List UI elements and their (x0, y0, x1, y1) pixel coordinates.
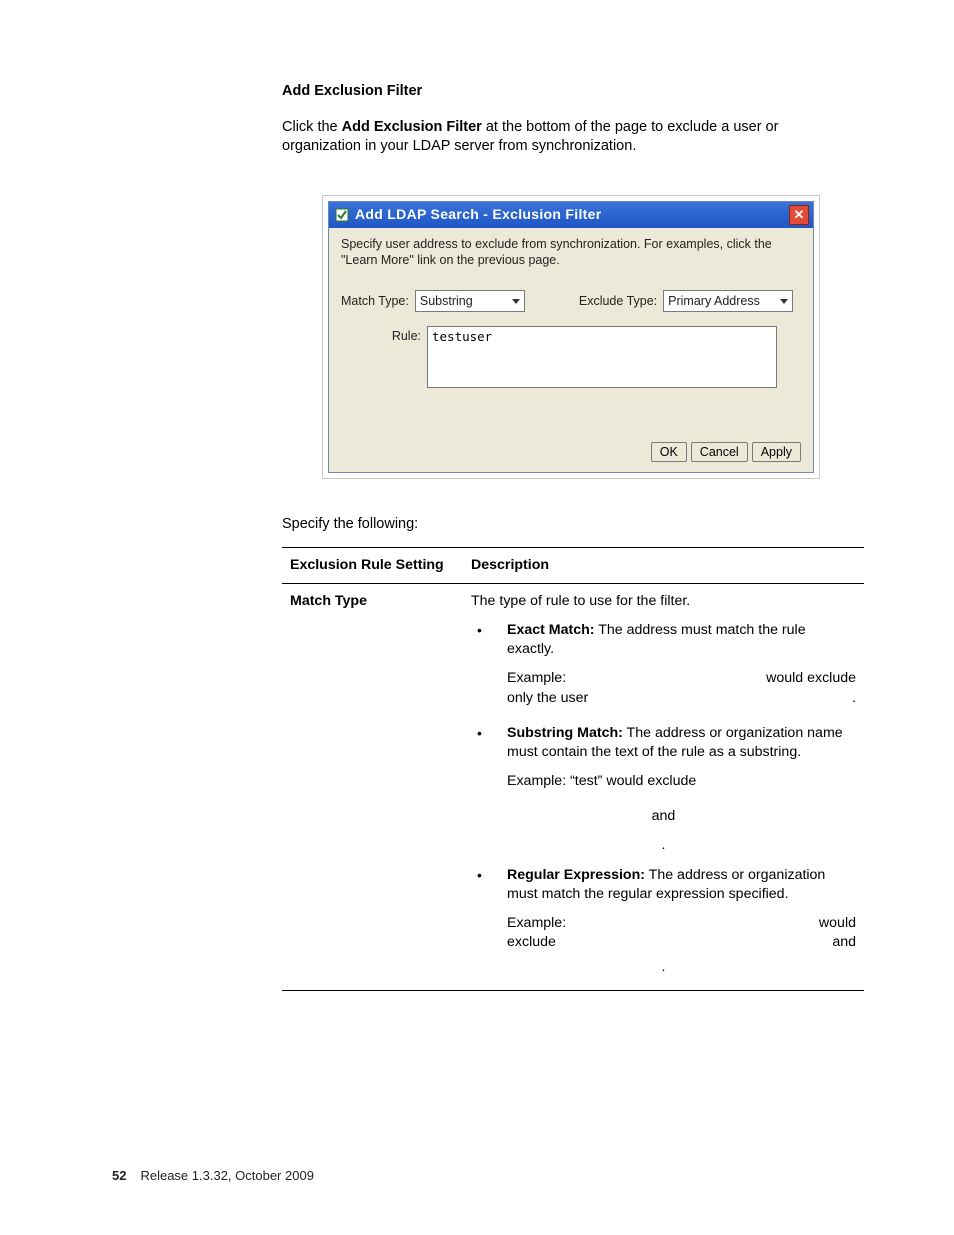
dialog-instructions: Specify user address to exclude from syn… (341, 236, 801, 269)
td-setting-desc: The type of rule to use for the filter. … (463, 583, 864, 990)
bullet-icon: • (471, 724, 507, 802)
regex-ex-right: would (809, 914, 856, 933)
exclude-type-label: Exclude Type: (579, 293, 663, 310)
cancel-button[interactable]: Cancel (691, 442, 748, 462)
regex-hdr: Regular Expression: (507, 867, 645, 883)
section-heading: Add Exclusion Filter (282, 82, 858, 102)
desc-intro: The type of rule to use for the filter. (471, 592, 856, 611)
apply-button[interactable]: Apply (752, 442, 801, 462)
exact-ex2-right: . (842, 689, 856, 708)
bullet-icon: • (471, 621, 507, 718)
td-setting-name: Match Type (282, 583, 463, 990)
page-number: 52 (112, 1167, 126, 1185)
dialog-screenshot: Add LDAP Search - Exclusion Filter ✕ Spe… (322, 195, 820, 480)
intro-prefix: Click the (282, 119, 342, 135)
table-row: Match Type The type of rule to use for t… (282, 583, 864, 990)
rule-input[interactable] (427, 326, 777, 388)
regex-ex2-right: and (822, 933, 856, 952)
close-icon[interactable]: ✕ (789, 205, 809, 225)
intro-bold: Add Exclusion Filter (342, 119, 482, 135)
substring-dot: . (471, 836, 856, 855)
chevron-down-icon (512, 299, 520, 304)
app-icon (335, 208, 349, 222)
intro-paragraph: Click the Add Exclusion Filter at the bo… (282, 118, 858, 157)
rule-label: Rule: (341, 326, 427, 345)
regex-dot: . (471, 958, 856, 977)
chevron-down-icon (780, 299, 788, 304)
specify-following: Specify the following: (282, 515, 858, 535)
bullet-icon: • (471, 866, 507, 953)
substring-hdr: Substring Match: (507, 725, 623, 741)
titlebar: Add LDAP Search - Exclusion Filter ✕ (329, 202, 813, 228)
ok-button[interactable]: OK (651, 442, 687, 462)
exact-ex2-left: only the user (507, 689, 842, 708)
exact-ex-left: Example: (507, 669, 756, 688)
exact-match-hdr: Exact Match: (507, 622, 595, 638)
match-type-select[interactable]: Substring (415, 290, 525, 312)
release-info: Release 1.3.32, October 2009 (140, 1167, 313, 1185)
th-description: Description (463, 547, 864, 583)
exact-ex-right: would exclude (756, 669, 856, 688)
regex-ex2-left: exclude (507, 933, 822, 952)
substring-and: and (471, 807, 856, 826)
match-type-label: Match Type: (341, 293, 415, 310)
exclude-type-value: Primary Address (668, 293, 776, 310)
exclude-type-select[interactable]: Primary Address (663, 290, 793, 312)
substring-ex: Example: “test” would exclude (507, 772, 856, 791)
match-type-value: Substring (420, 293, 508, 310)
page-footer: 52 Release 1.3.32, October 2009 (112, 1167, 314, 1185)
settings-table: Exclusion Rule Setting Description Match… (282, 547, 864, 991)
th-setting: Exclusion Rule Setting (282, 547, 463, 583)
dialog-title: Add LDAP Search - Exclusion Filter (355, 205, 789, 224)
regex-ex-left: Example: (507, 914, 809, 933)
